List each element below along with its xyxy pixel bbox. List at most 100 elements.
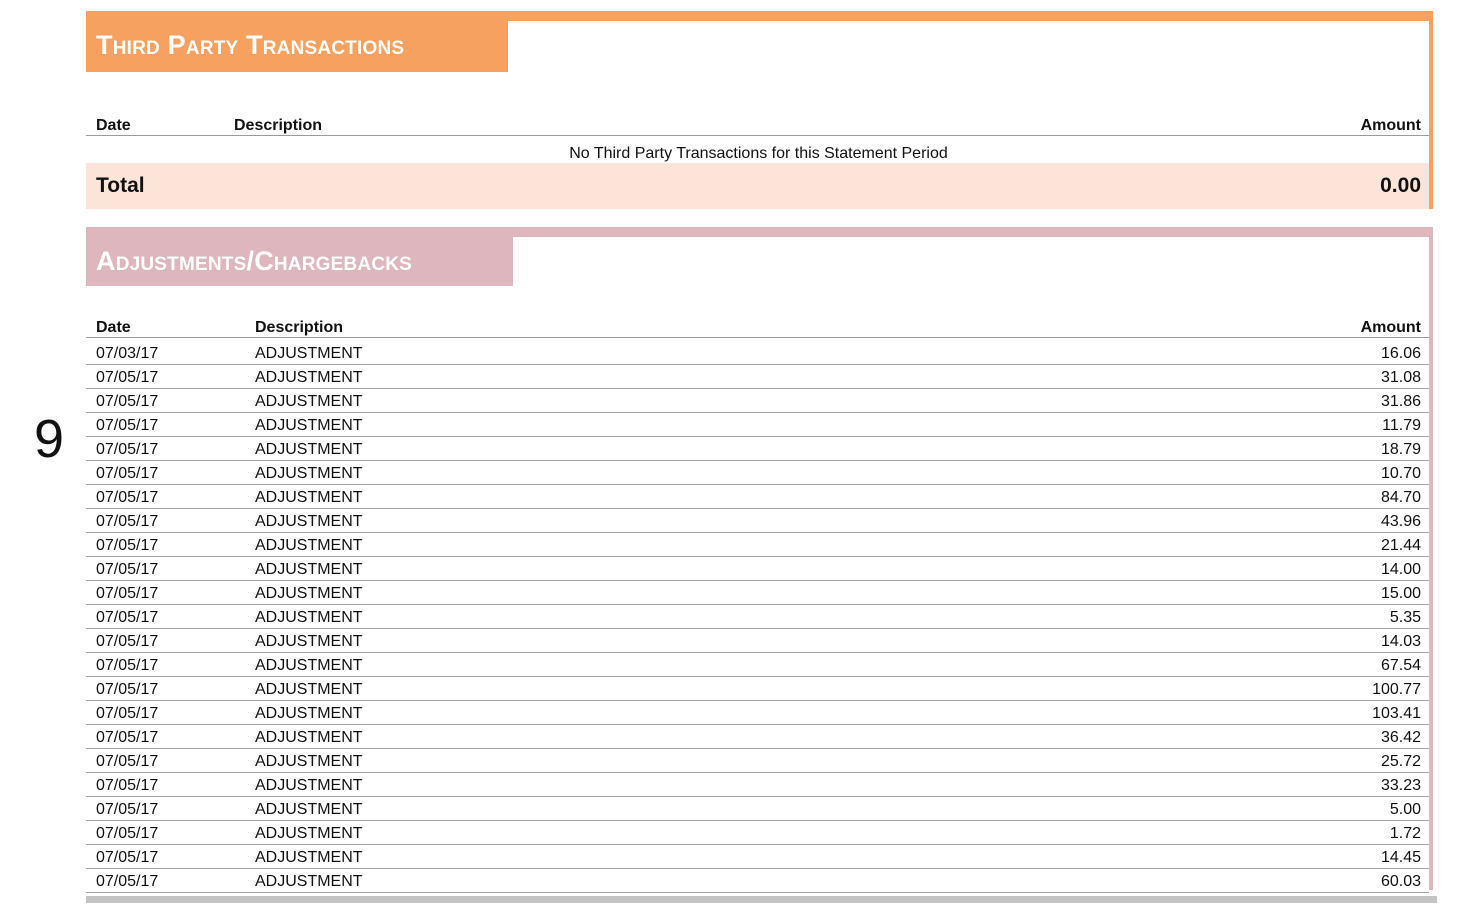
table-row: 07/05/17 ADJUSTMENT 31.08: [86, 365, 1429, 389]
third-party-description-header: Description: [234, 117, 323, 134]
row-description: ADJUSTMENT: [255, 537, 363, 554]
row-amount: 5.00: [1389, 801, 1421, 818]
row-date: 07/05/17: [96, 441, 159, 458]
row-description: ADJUSTMENT: [255, 441, 363, 458]
row-amount: 14.00: [1380, 561, 1421, 578]
row-date: 07/05/17: [96, 825, 159, 842]
row-date: 07/05/17: [96, 801, 159, 818]
table-row: 07/05/17 ADJUSTMENT 60.03: [86, 869, 1429, 893]
row-description: ADJUSTMENT: [255, 393, 363, 410]
adjustments-table-body: 07/03/17 ADJUSTMENT 16.06 07/05/17 ADJUSTME…: [86, 341, 1429, 893]
row-date: 07/05/17: [96, 681, 159, 698]
table-row: 07/05/17 ADJUSTMENT 1.72: [86, 821, 1429, 845]
third-party-total-label: Total: [96, 174, 145, 197]
row-date: 07/05/17: [96, 753, 159, 770]
row-amount: 31.86: [1380, 393, 1421, 410]
adjustments-description-header: Description: [255, 319, 344, 336]
row-date: 07/05/17: [96, 465, 159, 482]
row-description: ADJUSTMENT: [255, 825, 363, 842]
row-amount: 100.77: [1372, 681, 1421, 698]
table-row: 07/03/17 ADJUSTMENT 16.06: [86, 341, 1429, 365]
table-row: 07/05/17 ADJUSTMENT 14.45: [86, 845, 1429, 869]
table-row: 07/05/17 ADJUSTMENT 67.54: [86, 653, 1429, 677]
row-description: ADJUSTMENT: [255, 609, 363, 626]
table-row: 07/05/17 ADJUSTMENT 10.70: [86, 461, 1429, 485]
third-party-amount-header: Amount: [1360, 117, 1421, 134]
row-amount: 43.96: [1380, 513, 1421, 530]
row-amount: 21.44: [1380, 537, 1421, 554]
adjustments-header-rule: [86, 337, 1429, 338]
adjustments-amount-header: Amount: [1360, 319, 1421, 336]
row-date: 07/05/17: [96, 873, 159, 890]
row-description: ADJUSTMENT: [255, 489, 363, 506]
adjustments-title-box: Adjustments/Chargebacks: [86, 237, 513, 286]
row-date: 07/05/17: [96, 609, 159, 626]
table-row: 07/05/17 ADJUSTMENT 5.00: [86, 797, 1429, 821]
row-date: 07/03/17: [96, 345, 159, 362]
table-row: 07/05/17 ADJUSTMENT 43.96: [86, 509, 1429, 533]
table-row: 07/05/17 ADJUSTMENT 84.70: [86, 485, 1429, 509]
table-row: 07/05/17 ADJUSTMENT 18.79: [86, 437, 1429, 461]
row-date: 07/05/17: [96, 393, 159, 410]
row-amount: 10.70: [1380, 465, 1421, 482]
table-row: 07/05/17 ADJUSTMENT 100.77: [86, 677, 1429, 701]
row-amount: 103.41: [1372, 705, 1421, 722]
row-amount: 84.70: [1380, 489, 1421, 506]
third-party-total-value: 0.00: [1380, 174, 1421, 197]
row-amount: 60.03: [1380, 873, 1421, 890]
row-date: 07/05/17: [96, 705, 159, 722]
table-row: 07/05/17 ADJUSTMENT 14.00: [86, 557, 1429, 581]
table-row: 07/05/17 ADJUSTMENT 15.00: [86, 581, 1429, 605]
row-date: 07/05/17: [96, 729, 159, 746]
table-row: 07/05/17 ADJUSTMENT 14.03: [86, 629, 1429, 653]
third-party-empty-message: No Third Party Transactions for this Sta…: [569, 145, 948, 162]
row-description: ADJUSTMENT: [255, 849, 363, 866]
row-date: 07/05/17: [96, 513, 159, 530]
row-date: 07/05/17: [96, 369, 159, 386]
row-amount: 31.08: [1380, 369, 1421, 386]
row-description: ADJUSTMENT: [255, 801, 363, 818]
row-amount: 67.54: [1380, 657, 1421, 674]
row-description: ADJUSTMENT: [255, 705, 363, 722]
table-row: 07/05/17 ADJUSTMENT 33.23: [86, 773, 1429, 797]
table-row: 07/05/17 ADJUSTMENT 31.86: [86, 389, 1429, 413]
row-description: ADJUSTMENT: [255, 585, 363, 602]
page-bottom-divider: [86, 896, 1437, 903]
table-row: 07/05/17 ADJUSTMENT 11.79: [86, 413, 1429, 437]
row-description: ADJUSTMENT: [255, 777, 363, 794]
third-party-title: Third Party Transactions: [96, 30, 405, 60]
row-description: ADJUSTMENT: [255, 465, 363, 482]
row-description: ADJUSTMENT: [255, 753, 363, 770]
row-date: 07/05/17: [96, 585, 159, 602]
table-row: 07/05/17 ADJUSTMENT 21.44: [86, 533, 1429, 557]
adjustments-title: Adjustments/Chargebacks: [96, 246, 413, 276]
table-row: 07/05/17 ADJUSTMENT 25.72: [86, 749, 1429, 773]
row-description: ADJUSTMENT: [255, 417, 363, 434]
row-date: 07/05/17: [96, 561, 159, 578]
row-description: ADJUSTMENT: [255, 729, 363, 746]
row-date: 07/05/17: [96, 489, 159, 506]
third-party-total-row: Total 0.00: [86, 163, 1429, 209]
row-description: ADJUSTMENT: [255, 681, 363, 698]
row-amount: 11.79: [1382, 417, 1421, 434]
row-amount: 36.42: [1380, 729, 1421, 746]
third-party-header-rule: [86, 135, 1429, 136]
row-date: 07/05/17: [96, 849, 159, 866]
row-description: ADJUSTMENT: [255, 345, 363, 362]
row-amount: 18.79: [1380, 441, 1421, 458]
adjustments-section: Adjustments/Chargebacks Date Description…: [86, 227, 1433, 893]
row-date: 07/05/17: [96, 537, 159, 554]
page-number: 9: [34, 409, 65, 469]
row-description: ADJUSTMENT: [255, 873, 363, 890]
table-row: 07/05/17 ADJUSTMENT 103.41: [86, 701, 1429, 725]
row-description: ADJUSTMENT: [255, 561, 363, 578]
row-amount: 25.72: [1380, 753, 1421, 770]
row-amount: 16.06: [1380, 345, 1421, 362]
third-party-date-header: Date: [96, 117, 131, 134]
row-amount: 14.03: [1380, 633, 1421, 650]
row-amount: 33.23: [1380, 777, 1421, 794]
table-row: 07/05/17 ADJUSTMENT 5.35: [86, 605, 1429, 629]
row-date: 07/05/17: [96, 633, 159, 650]
row-amount: 5.35: [1389, 609, 1421, 626]
row-amount: 14.45: [1380, 849, 1421, 866]
